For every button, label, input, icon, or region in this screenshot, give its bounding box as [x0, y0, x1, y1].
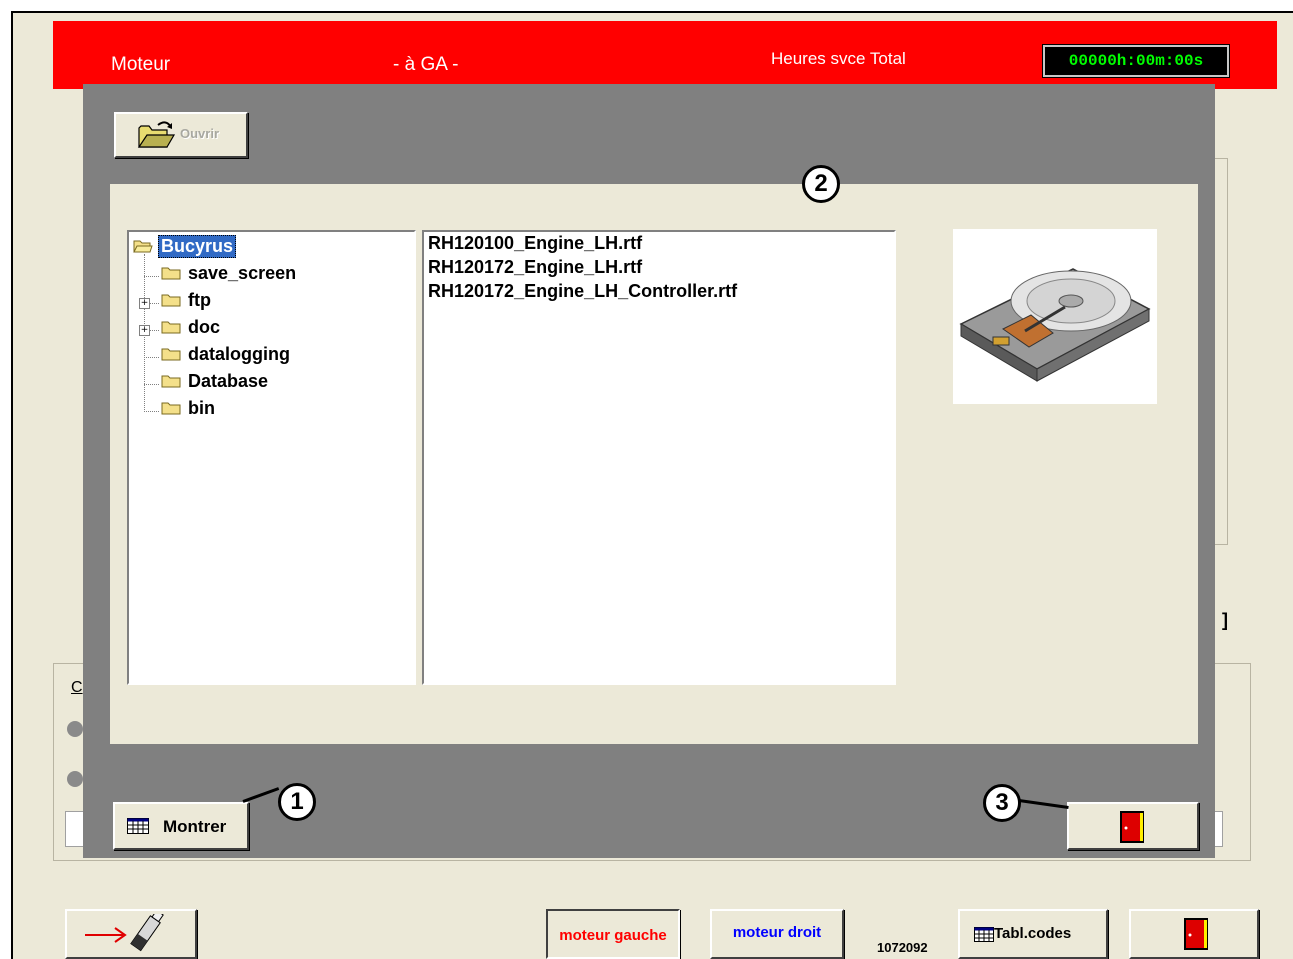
- code-number: 1072092: [877, 940, 928, 955]
- tree-item-label: ftp: [188, 289, 211, 310]
- show-button-label: Montrer: [163, 817, 227, 836]
- tree-item-database[interactable]: Database: [161, 370, 270, 392]
- codes-table-button[interactable]: Tabl.codes: [958, 909, 1108, 959]
- left-engine-label: moteur gauche: [559, 927, 667, 944]
- background-group-letter: C: [71, 679, 83, 696]
- file-browser-dialog: Ouvrir + + Bucyrus save_screen ftp doc d…: [83, 84, 1215, 858]
- tree-connector: [144, 357, 159, 358]
- service-hours-value: 00000h:00m:00s: [1043, 45, 1229, 77]
- open-button[interactable]: Ouvrir: [114, 112, 248, 158]
- background-radio: [67, 771, 83, 787]
- expand-toggle-doc[interactable]: +: [139, 325, 150, 336]
- file-item[interactable]: RH120172_Engine_LH.rtf: [428, 257, 642, 278]
- tree-item-bin[interactable]: bin: [161, 397, 217, 419]
- open-folder-icon: [137, 121, 176, 148]
- table-icon: [127, 818, 149, 834]
- exit-door-icon: [1120, 811, 1144, 843]
- service-hours-label: Heures svce Total: [771, 49, 906, 68]
- background-radio: [67, 721, 83, 737]
- tree-connector: [144, 384, 159, 385]
- tree-connector: [149, 330, 159, 331]
- header-bar: Moteur - à GA - Heures svce Total 00000h…: [53, 21, 1277, 89]
- hard-drive-preview: [953, 229, 1157, 404]
- folder-icon: [161, 321, 181, 334]
- callout-1: 1: [278, 783, 316, 821]
- exit-door-icon: [1184, 918, 1208, 950]
- left-engine-button[interactable]: moteur gauche: [546, 909, 680, 959]
- usb-export-button[interactable]: [65, 909, 197, 959]
- tree-item-label: Database: [188, 370, 269, 391]
- folder-icon: [161, 294, 181, 307]
- tree-item-label: datalogging: [188, 343, 290, 364]
- file-item[interactable]: RH120172_Engine_LH_Controller.rtf: [428, 281, 737, 302]
- tree-item-datalogging[interactable]: datalogging: [161, 343, 292, 365]
- callout-2: 2: [802, 165, 840, 203]
- file-list[interactable]: RH120100_Engine_LH.rtf RH120172_Engine_L…: [422, 230, 896, 685]
- hard-drive-icon: [959, 268, 1151, 382]
- folder-tree[interactable]: + + Bucyrus save_screen ftp doc datalogg…: [127, 230, 416, 685]
- main-window: Moteur - à GA - Heures svce Total 00000h…: [11, 11, 1293, 959]
- tree-item-bucyrus[interactable]: Bucyrus: [133, 234, 237, 258]
- tree-item-save-screen[interactable]: save_screen: [161, 262, 298, 284]
- folder-icon: [161, 402, 181, 415]
- tree-item-label: Bucyrus: [158, 234, 237, 258]
- tree-item-label: bin: [188, 397, 215, 418]
- codes-table-label: Tabl.codes: [994, 925, 1072, 942]
- tree-connector: [149, 303, 159, 304]
- right-engine-button[interactable]: moteur droit: [710, 909, 844, 959]
- open-button-label: Ouvrir: [180, 126, 220, 141]
- exit-button[interactable]: [1129, 909, 1259, 959]
- tree-connector: [144, 276, 159, 277]
- callout-3: 3: [983, 784, 1021, 822]
- close-dialog-button[interactable]: [1067, 802, 1199, 850]
- file-item[interactable]: RH120100_Engine_LH.rtf: [428, 233, 642, 254]
- tree-item-label: save_screen: [188, 262, 297, 283]
- folder-open-icon: [133, 240, 153, 253]
- folder-icon: [161, 267, 181, 280]
- background-bracket: ]: [1222, 610, 1228, 630]
- tree-item-ftp[interactable]: ftp: [161, 289, 213, 311]
- tree-connector: [144, 411, 159, 412]
- usb-export-icon: [85, 914, 164, 952]
- tree-item-doc[interactable]: doc: [161, 316, 222, 338]
- page-title: Moteur: [111, 54, 171, 75]
- table-icon: [974, 927, 994, 942]
- folder-icon: [161, 348, 181, 361]
- folder-icon: [161, 375, 181, 388]
- show-button[interactable]: Montrer: [113, 802, 249, 850]
- right-engine-label: moteur droit: [732, 924, 822, 941]
- tree-item-label: doc: [188, 316, 221, 337]
- mode-label: - à GA -: [393, 54, 459, 75]
- expand-toggle-ftp[interactable]: +: [139, 298, 150, 309]
